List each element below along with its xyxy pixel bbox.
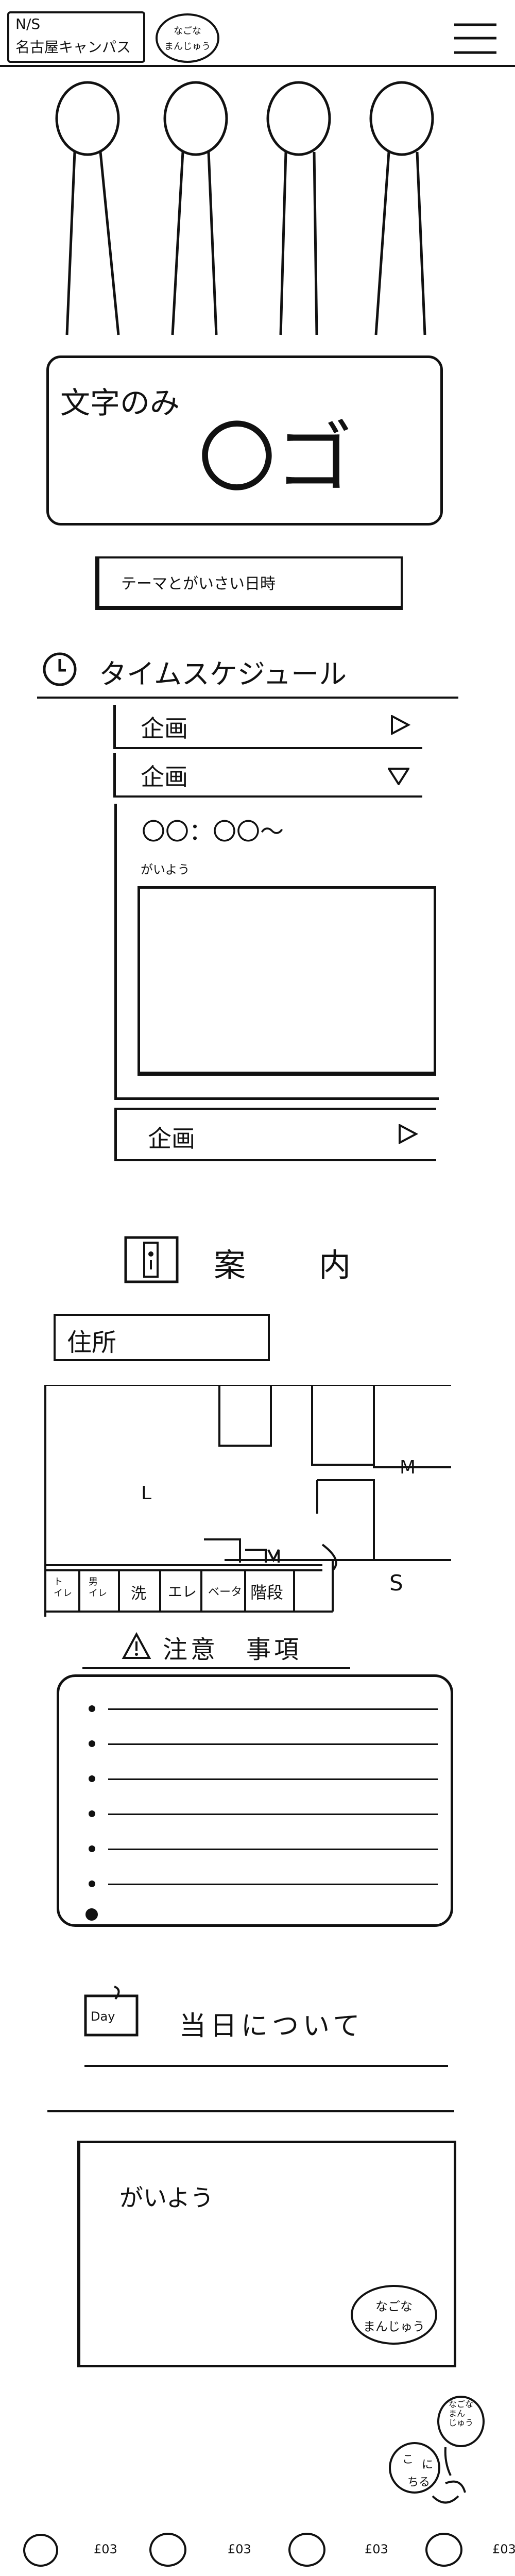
- day-title: 当日について: [179, 2011, 364, 2042]
- triangle-down-icon: [388, 768, 409, 785]
- note-item: [57, 1835, 448, 1870]
- site-logo[interactable]: N/S 名古屋キャンパス: [7, 11, 145, 63]
- schedule-time: 〇〇：〇〇～: [142, 818, 284, 845]
- map-room-toilet: ト イレ: [54, 1577, 72, 1599]
- note-item: [57, 1800, 448, 1835]
- bullet-icon: [89, 1880, 95, 1887]
- triangle-right-icon: [398, 1124, 418, 1144]
- notes-list: [57, 1695, 448, 1905]
- footer-mascot-icon: [23, 2534, 58, 2567]
- header-badge-line1: なごな: [174, 26, 201, 37]
- warning-icon: [122, 1632, 151, 1660]
- footer-label: £03: [228, 2542, 251, 2556]
- footer-mascot-icon: [149, 2533, 186, 2567]
- day-icon-label: Day: [91, 2009, 115, 2024]
- note-item: [57, 1765, 448, 1800]
- guide-title: 案 内: [214, 1246, 372, 1284]
- mascot-text-3: ちる: [407, 2476, 431, 2489]
- notes-title: 注意 事項: [163, 1635, 302, 1664]
- day-icon: Day: [83, 1984, 139, 2037]
- map-label-m: M: [400, 1457, 416, 1478]
- day-badge: なごな まんじゅう: [351, 2285, 437, 2345]
- hero-figures-illustration: [46, 77, 474, 345]
- footer-label: £03: [94, 2542, 117, 2556]
- map-label-l: L: [141, 1483, 152, 1504]
- bullet-icon: [89, 1845, 95, 1852]
- bullet-icon: [89, 1810, 95, 1817]
- hamburger-menu-icon[interactable]: [451, 20, 500, 58]
- day-overview-box: がいよう なごな まんじゅう: [77, 2141, 456, 2367]
- map-room-elevator-2: ベータ: [208, 1586, 243, 1599]
- schedule-item-1[interactable]: 企画: [113, 705, 422, 749]
- logo-line2: 名古屋キャンパス: [15, 39, 131, 56]
- note-item: [57, 1695, 448, 1730]
- bullet-icon: [89, 1705, 95, 1712]
- mascot-text-1: こ: [402, 2453, 414, 2466]
- schedule-item-label: 企画: [148, 1125, 195, 1153]
- hero-title-right: 〇ゴ: [198, 414, 353, 503]
- logo-line1: N/S: [15, 15, 41, 32]
- day-overview-label: がいよう: [119, 2184, 214, 2212]
- schedule-item-label: 企画: [141, 715, 188, 742]
- day-badge-line1: なごな: [375, 2299, 413, 2314]
- floor-map: L M S ト イレ 男 イレ 洗 エレ ベータ 階段: [44, 1385, 451, 1619]
- header-badge: なごな まんじゅう: [156, 13, 219, 63]
- header-badge-line2: まんじゅう: [164, 41, 211, 52]
- mascot-speech: なごな まん じゅう: [449, 2399, 474, 2428]
- schedule-overview-label: がいよう: [141, 862, 190, 877]
- header-divider: [0, 65, 515, 67]
- mascot-text-2: に: [422, 2459, 434, 2471]
- footer-mascot-icon: [288, 2533, 325, 2567]
- day-badge-line2: まんじゅう: [363, 2319, 425, 2334]
- notes-last-bullet: [85, 1908, 98, 1921]
- day-box: [47, 2110, 454, 2112]
- bullet-icon: [89, 1740, 95, 1747]
- schedule-detail-panel: 〇〇：〇〇～ がいよう: [114, 804, 439, 1100]
- address-box: 住所: [54, 1314, 270, 1361]
- note-item: [57, 1730, 448, 1765]
- address-label: 住所: [67, 1328, 117, 1357]
- mascot-illustration: なごな まん じゅう こ に ちる: [384, 2391, 487, 2509]
- map-room-elevator: エレ: [168, 1583, 197, 1600]
- schedule-title-underline: [37, 697, 458, 699]
- footer-label: £03: [365, 2542, 388, 2556]
- footer-mascot-icon: [425, 2533, 462, 2567]
- guide-board-icon: [124, 1235, 179, 1285]
- map-room-stairs: 階段: [250, 1583, 284, 1602]
- hero-title-left: 文字のみ: [60, 385, 180, 420]
- note-item: [57, 1870, 448, 1905]
- map-room-mens-toilet: 男 イレ: [89, 1577, 107, 1599]
- theme-date-box: テーマとがいさい日時: [95, 556, 403, 610]
- theme-date-label: テーマとがいさい日時: [121, 575, 276, 593]
- triangle-right-icon: [390, 715, 410, 735]
- hero-title-box: 文字のみ 〇ゴ: [46, 355, 443, 526]
- schedule-title: タイムスケジュール: [99, 658, 347, 690]
- footer-label: £03: [492, 2542, 515, 2556]
- schedule-overview-box: [138, 886, 436, 1076]
- footer-row: £03 £03 £03 £03: [0, 2524, 515, 2576]
- bullet-icon: [89, 1775, 95, 1782]
- schedule-item-label: 企画: [141, 763, 188, 791]
- schedule-item-3[interactable]: 企画: [114, 1108, 436, 1161]
- notes-title-underline: [82, 1667, 350, 1669]
- schedule-item-2[interactable]: 企画: [113, 753, 422, 798]
- map-room-wash: 洗: [131, 1585, 146, 1603]
- map-label-s: S: [389, 1570, 403, 1596]
- day-title-underline: [84, 2065, 448, 2067]
- clock-icon: [42, 652, 77, 687]
